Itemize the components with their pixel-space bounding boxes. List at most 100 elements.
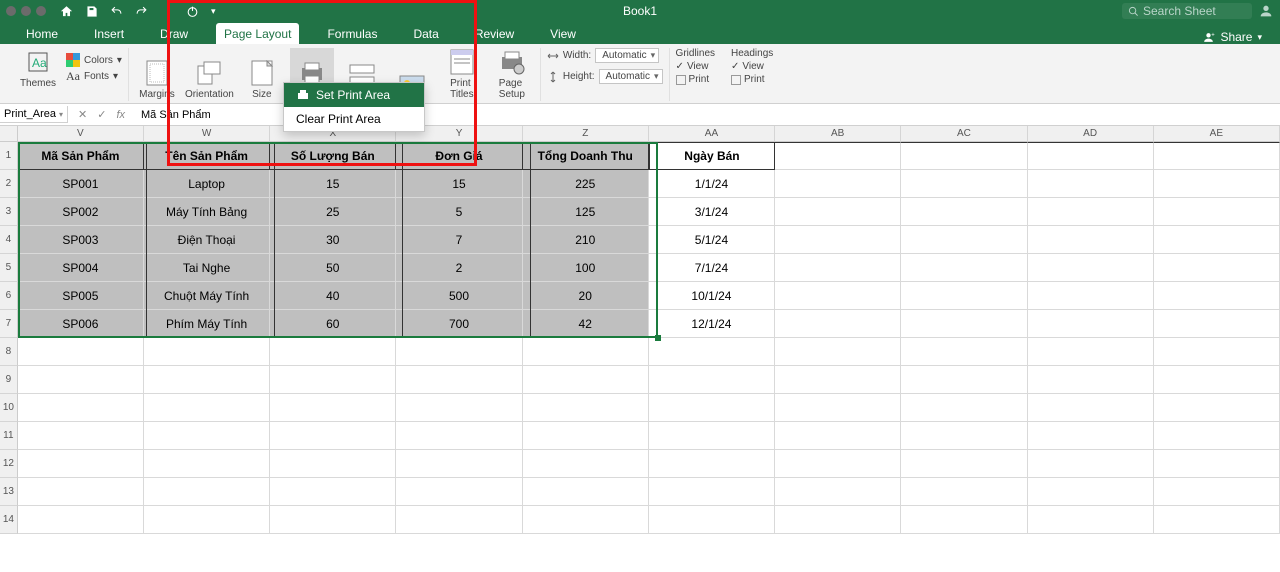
cell[interactable] xyxy=(523,450,649,478)
cell[interactable] xyxy=(270,422,396,450)
row-header[interactable]: 12 xyxy=(0,450,18,478)
cell[interactable]: 50 xyxy=(270,254,396,282)
width-select[interactable]: Automatic xyxy=(595,48,659,63)
cell[interactable]: 40 xyxy=(270,282,396,310)
cell[interactable] xyxy=(775,282,901,310)
cell[interactable] xyxy=(1028,506,1154,534)
cell[interactable] xyxy=(18,506,144,534)
cell[interactable] xyxy=(1154,478,1280,506)
cell[interactable]: SP001 xyxy=(18,170,144,198)
cell[interactable] xyxy=(396,338,522,366)
cell[interactable] xyxy=(775,450,901,478)
set-print-area-item[interactable]: Set Print Area xyxy=(284,83,424,107)
margins-button[interactable]: Margins xyxy=(135,48,179,100)
cell[interactable]: Tai Nghe xyxy=(144,254,270,282)
column-header[interactable]: Z xyxy=(523,126,649,142)
cell[interactable] xyxy=(775,254,901,282)
cell[interactable]: 15 xyxy=(270,170,396,198)
cell[interactable] xyxy=(144,394,270,422)
qat-more-icon[interactable]: ▾ xyxy=(211,6,216,17)
cell[interactable] xyxy=(649,338,775,366)
cell[interactable] xyxy=(901,450,1027,478)
column-header[interactable]: AA xyxy=(649,126,775,142)
cell[interactable] xyxy=(901,170,1027,198)
cell[interactable] xyxy=(18,338,144,366)
formula-value[interactable]: Mã Sản Phẩm xyxy=(135,109,217,121)
accept-formula-icon[interactable]: ✓ xyxy=(97,108,106,121)
cell[interactable] xyxy=(649,366,775,394)
cell[interactable] xyxy=(649,422,775,450)
cell[interactable]: Laptop xyxy=(144,170,270,198)
column-header[interactable]: V xyxy=(18,126,144,142)
cell[interactable] xyxy=(144,478,270,506)
cell[interactable] xyxy=(1154,422,1280,450)
cell[interactable]: 20 xyxy=(523,282,649,310)
size-button[interactable]: Size xyxy=(240,48,284,100)
orientation-button[interactable]: Orientation xyxy=(185,48,234,100)
cell[interactable] xyxy=(1028,422,1154,450)
cell[interactable] xyxy=(775,338,901,366)
cell[interactable] xyxy=(775,422,901,450)
row-header[interactable]: 14 xyxy=(0,506,18,534)
row-header[interactable]: 13 xyxy=(0,478,18,506)
cell[interactable] xyxy=(270,338,396,366)
colors-button[interactable]: Colors ▾ xyxy=(66,53,122,67)
cell[interactable]: Phím Máy Tính xyxy=(144,310,270,338)
tab-page-layout[interactable]: Page Layout xyxy=(216,23,299,44)
cell[interactable]: SP006 xyxy=(18,310,144,338)
cell[interactable]: Máy Tính Bảng xyxy=(144,198,270,226)
cell[interactable] xyxy=(901,478,1027,506)
row-header[interactable]: 11 xyxy=(0,422,18,450)
cell[interactable] xyxy=(1154,142,1280,170)
cell[interactable]: Chuột Máy Tính xyxy=(144,282,270,310)
cell[interactable] xyxy=(1154,198,1280,226)
cell[interactable] xyxy=(144,506,270,534)
cell[interactable]: 7 xyxy=(396,226,522,254)
cell[interactable] xyxy=(270,478,396,506)
tab-data[interactable]: Data xyxy=(405,23,446,44)
cell[interactable]: 125 xyxy=(523,198,649,226)
cell[interactable] xyxy=(18,450,144,478)
cell[interactable] xyxy=(901,142,1027,170)
tab-review[interactable]: Review xyxy=(467,23,522,44)
cell[interactable] xyxy=(901,394,1027,422)
cell[interactable] xyxy=(523,366,649,394)
cell[interactable] xyxy=(1028,282,1154,310)
cell[interactable]: Số Lượng Bán xyxy=(270,142,396,170)
cell[interactable] xyxy=(1028,450,1154,478)
cell[interactable] xyxy=(270,506,396,534)
gridlines-view-checkbox[interactable]: ✓View xyxy=(676,61,715,72)
cell[interactable] xyxy=(396,366,522,394)
themes-button[interactable]: Aa Themes xyxy=(16,48,60,89)
tab-insert[interactable]: Insert xyxy=(86,23,132,44)
cell[interactable]: Ngày Bán xyxy=(649,142,775,170)
home-icon[interactable] xyxy=(60,5,73,18)
cell[interactable] xyxy=(144,450,270,478)
cell[interactable] xyxy=(18,478,144,506)
cell[interactable] xyxy=(18,394,144,422)
cell[interactable] xyxy=(270,394,396,422)
redo-icon[interactable] xyxy=(135,5,148,18)
cell[interactable] xyxy=(1154,366,1280,394)
cell[interactable] xyxy=(901,282,1027,310)
cell[interactable]: 700 xyxy=(396,310,522,338)
cell[interactable] xyxy=(1154,282,1280,310)
user-icon[interactable] xyxy=(1258,3,1274,19)
cell[interactable] xyxy=(396,478,522,506)
cell[interactable]: 12/1/24 xyxy=(649,310,775,338)
cell[interactable] xyxy=(1028,170,1154,198)
cell[interactable]: 5/1/24 xyxy=(649,226,775,254)
cell[interactable]: 7/1/24 xyxy=(649,254,775,282)
cell[interactable] xyxy=(901,506,1027,534)
cell[interactable] xyxy=(523,394,649,422)
cell[interactable] xyxy=(901,254,1027,282)
cell[interactable] xyxy=(775,310,901,338)
window-controls[interactable] xyxy=(6,6,46,16)
cell[interactable] xyxy=(775,170,901,198)
cell[interactable] xyxy=(1028,394,1154,422)
cell[interactable] xyxy=(18,422,144,450)
undo-icon[interactable] xyxy=(110,5,123,18)
row-header[interactable]: 7 xyxy=(0,310,18,338)
cell[interactable] xyxy=(1154,226,1280,254)
cell[interactable] xyxy=(1154,170,1280,198)
